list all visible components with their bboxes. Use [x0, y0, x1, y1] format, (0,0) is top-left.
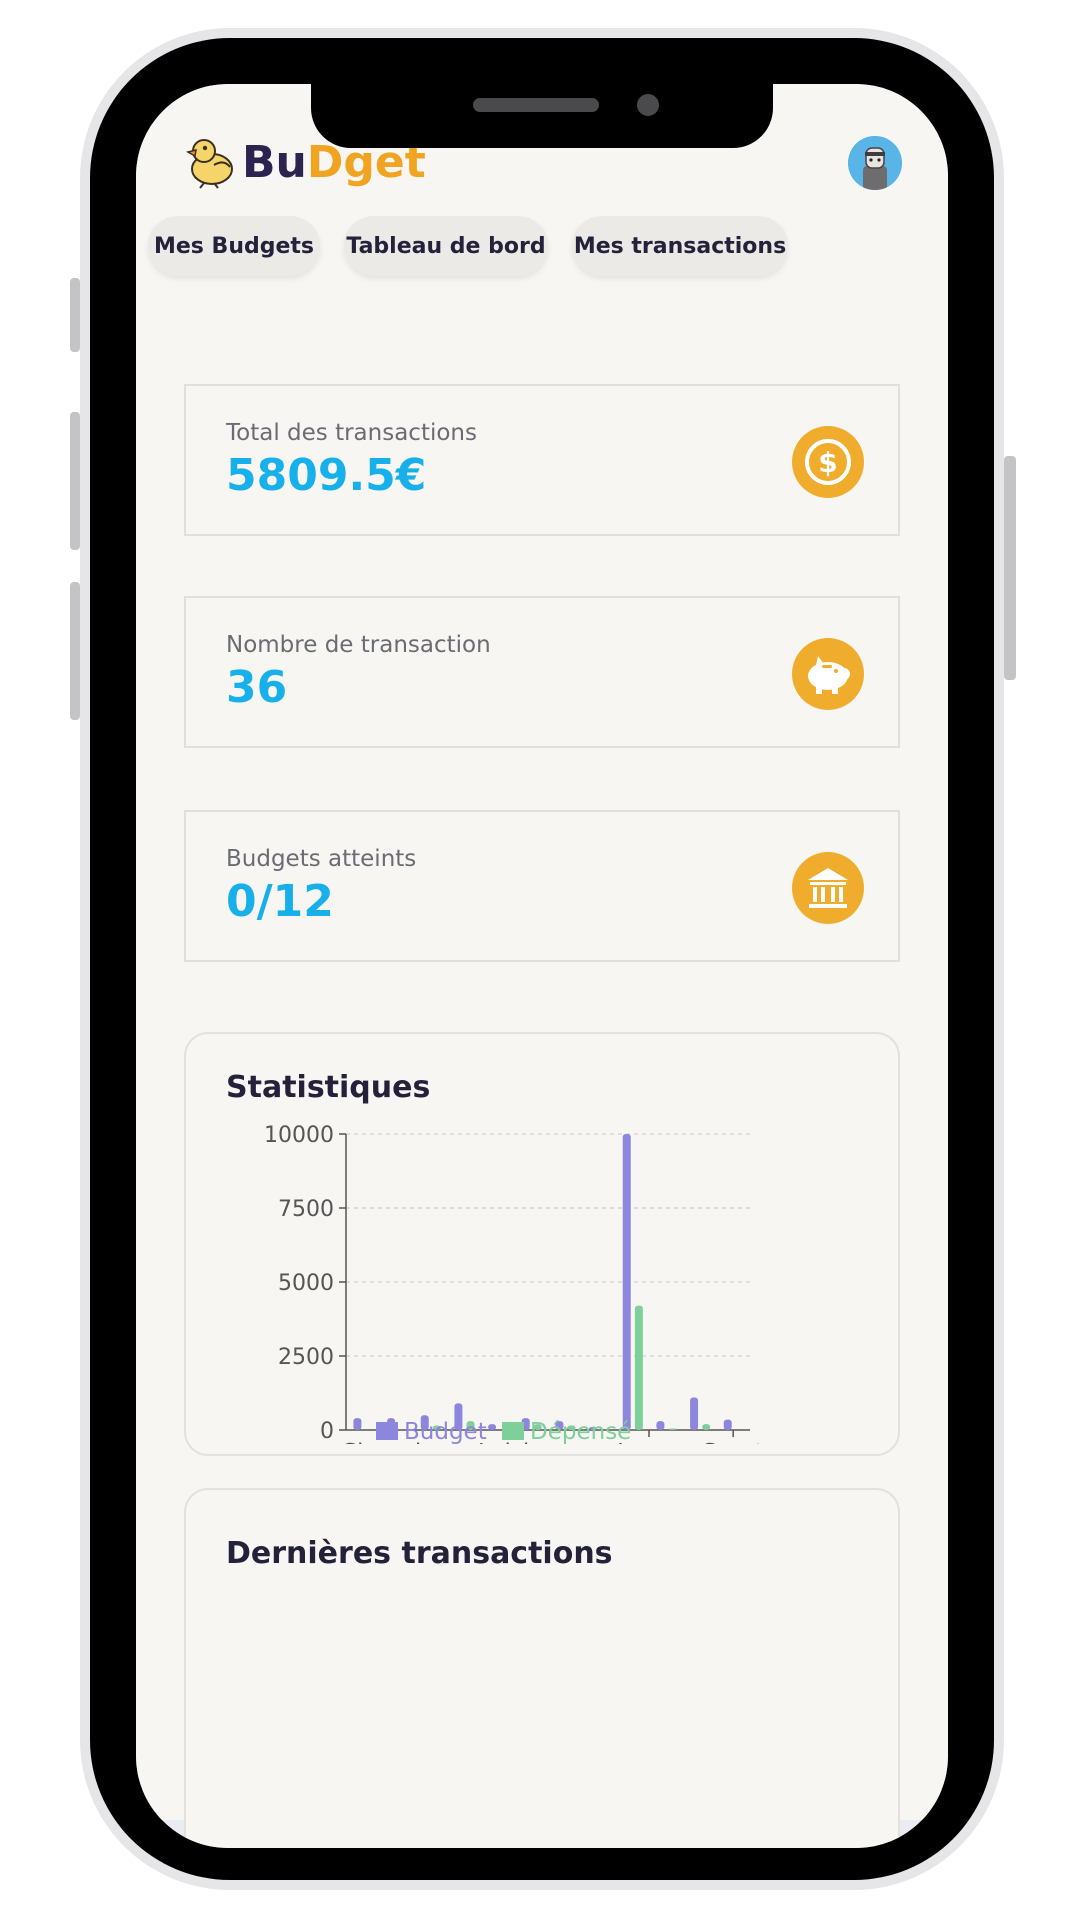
legend-label-budget: Budget	[404, 1419, 487, 1444]
bar-budget	[622, 1134, 631, 1430]
phone-speaker	[473, 98, 599, 112]
legend-label-depense: Dépensé	[530, 1419, 631, 1444]
y-tick-label: 5000	[278, 1271, 334, 1296]
stat-label: Budgets atteints	[226, 846, 417, 872]
phone-notch	[311, 84, 773, 148]
bar-budget	[353, 1418, 362, 1430]
piggy-bank-icon	[792, 638, 864, 710]
bar-depense	[634, 1305, 643, 1430]
bar-budget	[656, 1421, 665, 1430]
y-tick-label: 10000	[264, 1124, 334, 1148]
svg-text:$: $	[818, 446, 837, 479]
user-avatar[interactable]	[848, 136, 902, 190]
phone-camera	[637, 94, 659, 116]
nav-mes-transactions[interactable]: Mes transactions	[572, 216, 788, 276]
phone-volume-down	[70, 582, 80, 720]
bank-icon	[792, 852, 864, 924]
nav-mes-budgets[interactable]: Mes Budgets	[148, 216, 320, 276]
bar-depense	[702, 1424, 711, 1430]
x-tick-label: Sport	[702, 1440, 764, 1444]
nav-mes-budgets-label: Mes Budgets	[153, 233, 315, 259]
stat-card-budgets: Budgets atteints 0/12	[184, 810, 900, 962]
statistics-bar-chart: 025005000750010000ShoppingLoisirsLoyerSp…	[264, 1124, 764, 1444]
y-tick-label: 2500	[278, 1345, 334, 1370]
phone-mute-switch	[70, 278, 80, 352]
stat-value: 36	[226, 662, 288, 713]
nav-mes-transactions-label: Mes transactions	[573, 233, 787, 259]
legend-swatch-depense	[502, 1422, 524, 1440]
nav-tableau-de-bord[interactable]: Tableau de bord	[344, 216, 548, 276]
stat-value: 0/12	[226, 876, 334, 927]
y-tick-label: 7500	[278, 1197, 334, 1222]
stat-label: Nombre de transaction	[226, 632, 491, 658]
bar-budget	[723, 1419, 732, 1430]
stat-value: 5809.5€	[226, 450, 427, 501]
stat-card-count: Nombre de transaction 36	[184, 596, 900, 748]
statistics-card: Statistiques 025005000750010000ShoppingL…	[184, 1032, 900, 1456]
phone-screen: BuDget Mes Budgets Tableau de bord Mes t…	[136, 84, 948, 1848]
legend-swatch-budget	[376, 1422, 398, 1440]
avatar-figure-icon	[848, 136, 902, 190]
stat-card-total: Total des transactions 5809.5€ $	[184, 384, 900, 536]
phone-power-button	[1004, 456, 1016, 680]
phone-volume-up	[70, 412, 80, 550]
duck-mascot-icon	[186, 139, 233, 189]
y-tick-label: 0	[320, 1419, 334, 1444]
statistics-title: Statistiques	[226, 1070, 431, 1105]
bar-depense	[668, 1428, 677, 1430]
bar-budget	[488, 1424, 497, 1430]
brand-name-part1: Bu	[242, 136, 307, 188]
latest-transactions-card: Dernières transactions	[184, 1488, 900, 1848]
dollar-coin-icon: $	[792, 426, 864, 498]
latest-transactions-title: Dernières transactions	[226, 1536, 613, 1571]
bar-budget	[690, 1397, 699, 1430]
app-window: BuDget Mes Budgets Tableau de bord Mes t…	[136, 84, 948, 1848]
stat-label: Total des transactions	[226, 420, 477, 446]
nav-tableau-de-bord-label: Tableau de bord	[346, 233, 546, 259]
